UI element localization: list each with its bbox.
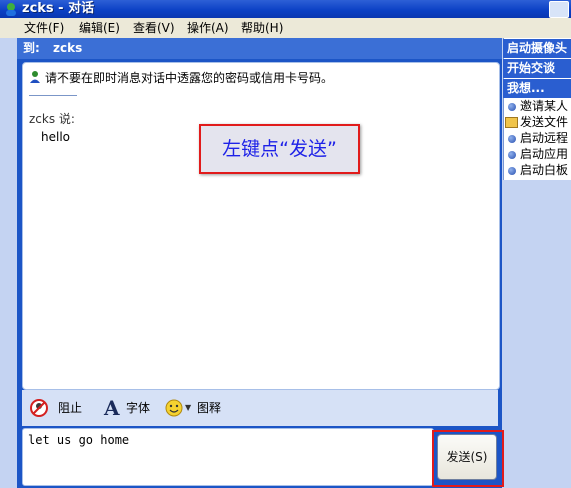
window-titlebar[interactable]: zcks - 对话 [0,0,571,18]
dropdown-arrow-icon: ▼ [185,403,192,412]
to-contact: zcks [53,41,83,55]
format-toolbar: 阻止 A 字体 ▼ 图释 [22,390,498,426]
remote-label: 启动远程 [520,131,569,145]
emoticon-label: 图释 [197,401,222,415]
to-row: 到: zcks [17,38,502,59]
menu-bar: 文件(F) 编辑(E) 查看(V) 操作(A) 帮助(H) [0,18,571,39]
bullet-icon [508,150,516,159]
send-file-label: 发送文件 [520,115,569,129]
block-button[interactable]: 阻止 [30,390,90,426]
window-title: zcks - 对话 [22,1,95,16]
start-talk-header[interactable]: 开始交谈 [503,59,571,78]
bullet-icon [508,134,516,143]
app-label: 启动应用 [520,147,569,161]
message-text: hello [41,130,70,144]
start-whiteboard-link[interactable]: 启动白板 [505,162,571,178]
i-want-header: 我想... [503,79,571,98]
font-label: 字体 [126,401,151,415]
menu-help[interactable]: 帮助(H) [239,18,285,38]
bullet-icon [508,166,516,175]
divider [29,95,77,96]
font-icon: A [104,396,120,420]
font-button[interactable]: A 字体 [104,390,154,426]
block-label: 阻止 [58,401,83,415]
emoticon-button[interactable]: ▼ 图释 [165,390,235,426]
start-camera-header[interactable]: 启动摄像头 [503,39,571,58]
smiley-icon [165,399,183,417]
folder-icon [505,117,518,128]
bullet-icon [508,102,516,111]
to-label: 到: [23,41,40,55]
menu-actions[interactable]: 操作(A) [185,18,231,38]
window-control-button[interactable] [549,1,569,18]
sender-line: zcks 说: [29,112,75,126]
send-file-link[interactable]: 发送文件 [505,114,571,130]
send-button[interactable]: 发送(S) [437,434,497,480]
security-warning: 请不要在即时消息对话中透露您的密码或信用卡号码。 [45,71,334,85]
warning-person-icon [30,71,40,83]
menu-edit[interactable]: 编辑(E) [77,18,122,38]
start-app-link[interactable]: 启动应用 [505,146,571,162]
message-input[interactable]: let us go home [22,428,434,486]
messenger-icon [6,3,16,16]
whiteboard-label: 启动白板 [520,163,569,177]
instruction-callout: 左键点“发送” [199,124,360,174]
invite-someone-link[interactable]: 邀请某人 [505,98,571,114]
message-input-text: let us go home [28,433,130,447]
menu-view[interactable]: 查看(V) [131,18,177,38]
invite-label: 邀请某人 [520,99,569,113]
menu-file[interactable]: 文件(F) [22,18,66,38]
conversation-history[interactable]: 请不要在即时消息对话中透露您的密码或信用卡号码。 zcks 说: hello [22,62,500,390]
start-remote-link[interactable]: 启动远程 [505,130,571,146]
block-icon [30,399,48,417]
